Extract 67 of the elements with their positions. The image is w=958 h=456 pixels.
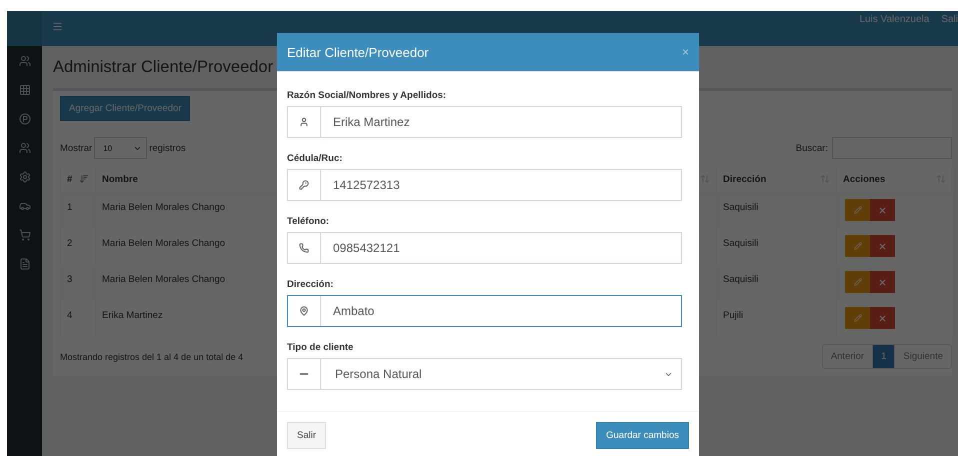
table-cell: Saquisili <box>723 274 758 285</box>
pencil-icon <box>854 278 862 286</box>
save-button[interactable]: Guardar cambios <box>596 422 689 449</box>
table-cell: Maria Belen Morales Chango <box>102 202 226 213</box>
phone-icon <box>299 243 309 253</box>
table-cell: Erika Martinez <box>102 310 163 321</box>
page-title: Administrar Cliente/Proveedor <box>53 57 274 78</box>
users-icon[interactable] <box>18 55 30 67</box>
close-icon <box>878 314 887 322</box>
settings-icon[interactable] <box>18 171 30 183</box>
table-cell: Saquisili <box>723 202 758 213</box>
table-cell: Saquisili <box>723 238 758 249</box>
dialog-title: Editar Cliente/Proveedor <box>287 44 429 60</box>
table-cell: 2 <box>67 238 72 249</box>
map-pin-icon <box>299 306 309 316</box>
edit-button[interactable] <box>845 307 870 329</box>
add-button[interactable]: Agregar Cliente/Proveedor <box>60 96 190 121</box>
close-icon <box>878 278 887 286</box>
close-icon <box>878 206 887 214</box>
table-info: Mostrando registros del 1 al 4 de un total de 4 <box>60 352 244 362</box>
delete-button[interactable] <box>870 307 895 329</box>
key-icon <box>299 180 309 190</box>
page-length-select[interactable]: 10 <box>94 137 148 159</box>
users-icon[interactable] <box>18 142 30 154</box>
user-icon <box>299 117 309 127</box>
field-label: Razón Social/Nombres y Apellidos: <box>287 90 448 101</box>
edit-button[interactable] <box>845 199 870 221</box>
delete-button[interactable] <box>870 271 895 293</box>
field-label: Cédula/Ruc: <box>287 153 344 164</box>
sort-icon[interactable] <box>79 174 89 184</box>
user-name[interactable]: Luis Valenzuela <box>859 11 930 25</box>
select-field[interactable]: Persona Natural <box>287 358 682 390</box>
field-label: Teléfono: <box>287 216 330 227</box>
records-label: registros <box>149 142 186 154</box>
parking-icon[interactable] <box>18 113 30 125</box>
table-cell: Maria Belen Morales Chango <box>102 238 226 249</box>
pencil-icon <box>854 206 862 214</box>
close-icon <box>878 242 887 250</box>
delete-button[interactable] <box>870 199 895 221</box>
field-label: Tipo de cliente <box>287 342 354 353</box>
exit-button[interactable]: Salir <box>287 422 326 449</box>
grid-icon[interactable] <box>18 84 30 96</box>
car-icon[interactable] <box>18 200 30 212</box>
delete-button[interactable] <box>870 235 895 257</box>
search-label: Buscar: <box>796 142 828 154</box>
menu-icon <box>52 21 63 32</box>
logout-link[interactable]: Sali <box>941 11 958 25</box>
column-header[interactable]: # <box>67 174 72 184</box>
column-header[interactable]: Dirección <box>723 174 766 184</box>
document-icon[interactable] <box>18 258 30 270</box>
show-label: Mostrar <box>60 142 92 154</box>
table-cell: Maria Belen Morales Chango <box>102 274 226 285</box>
table-cell: Pujili <box>723 310 744 321</box>
close-button[interactable]: × <box>682 45 689 59</box>
column-header[interactable]: Acciones <box>843 174 886 184</box>
table-cell: 1 <box>67 202 72 213</box>
field-label: Dirección: <box>287 279 334 290</box>
edit-button[interactable] <box>845 271 870 293</box>
page-button[interactable]: 1 <box>872 345 894 368</box>
pencil-icon <box>854 242 862 250</box>
cart-icon[interactable] <box>18 229 30 241</box>
edit-button[interactable] <box>845 235 870 257</box>
pencil-icon <box>854 314 862 322</box>
table-cell: 3 <box>67 274 72 285</box>
column-header[interactable]: Nombre <box>102 174 138 184</box>
table-cell: 4 <box>67 310 72 321</box>
sort-icon[interactable] <box>700 174 710 184</box>
